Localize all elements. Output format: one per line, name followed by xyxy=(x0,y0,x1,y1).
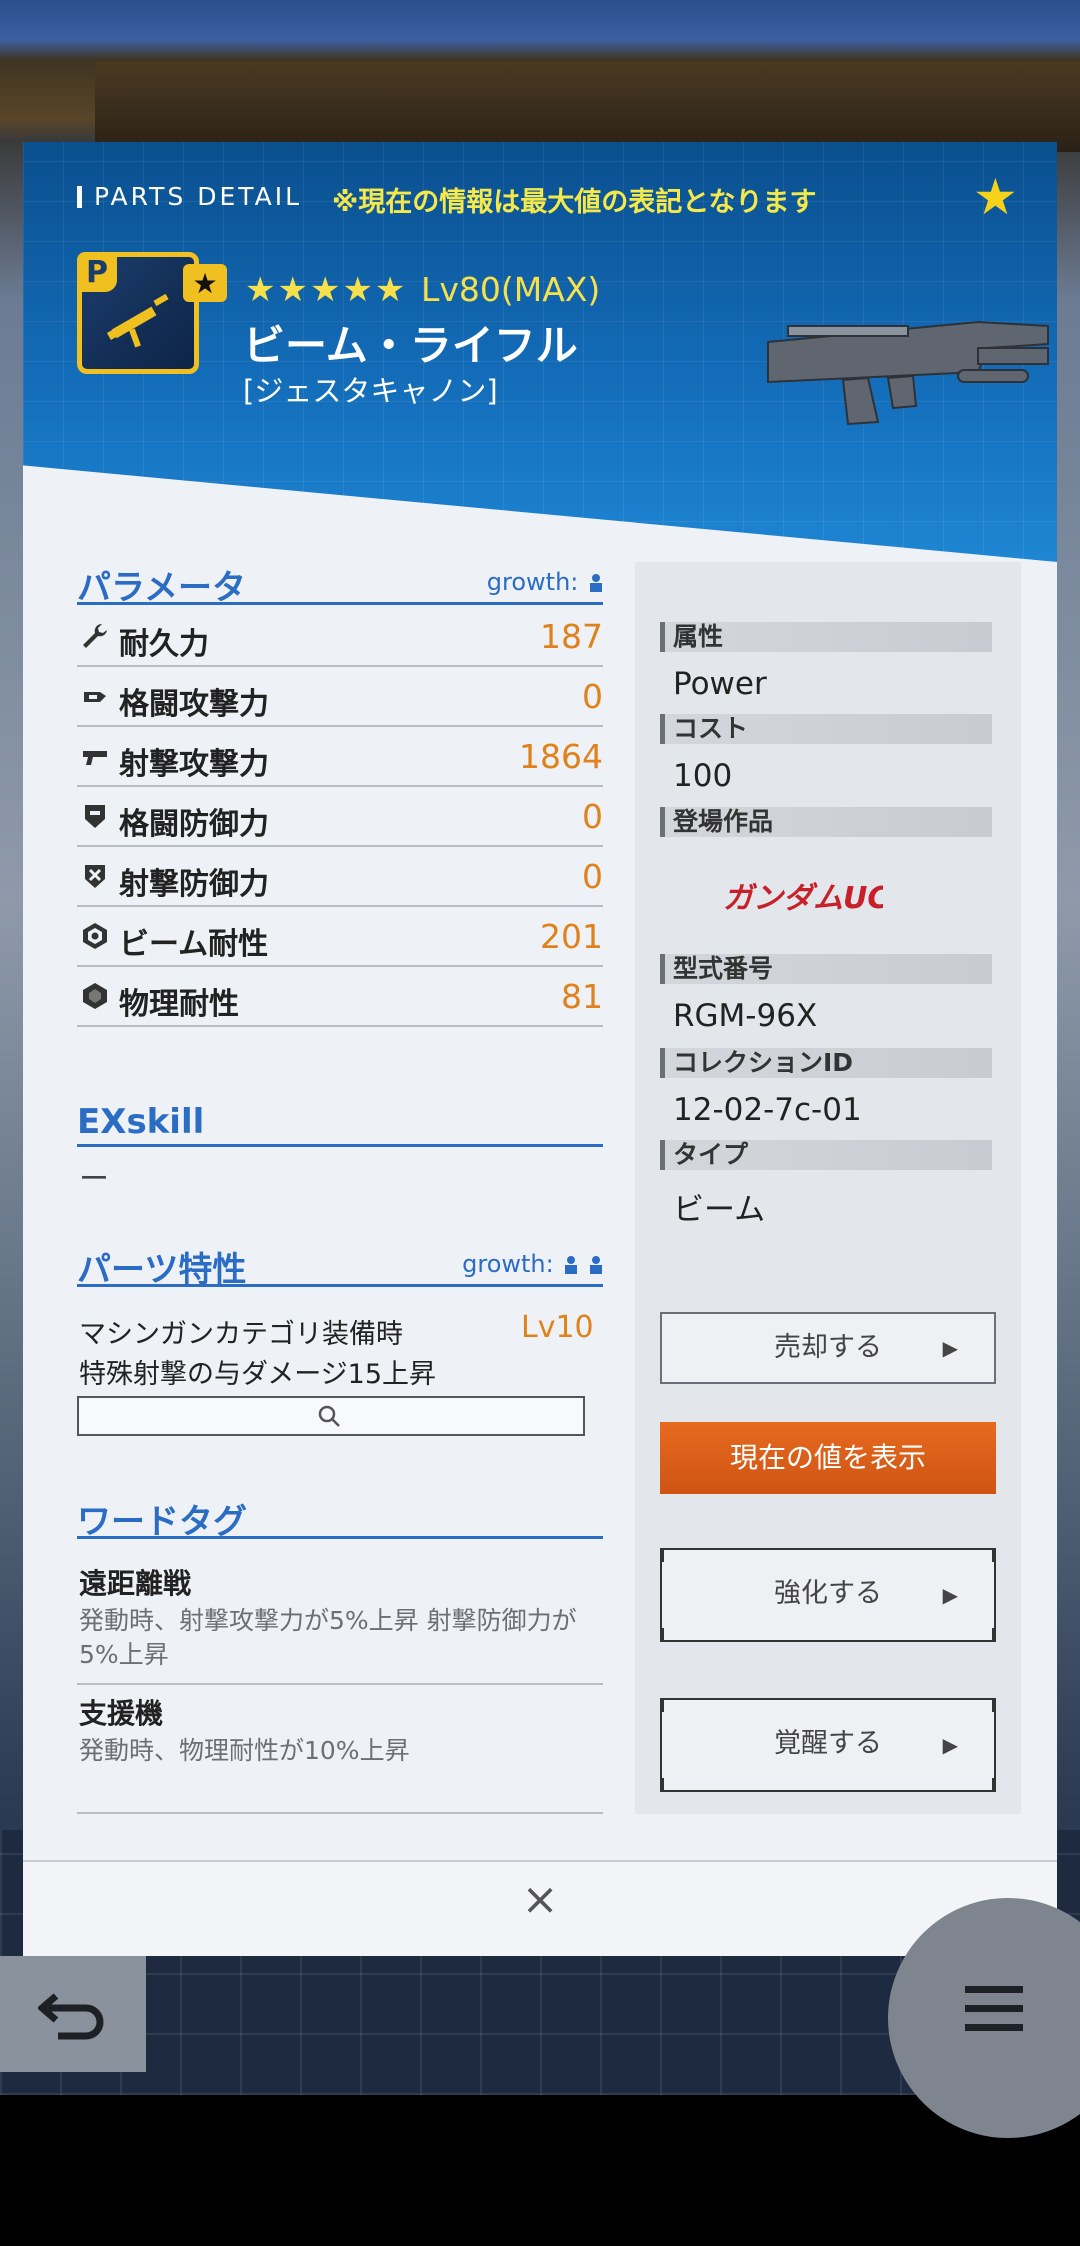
word-tag-name: 支援機 xyxy=(79,1697,164,1730)
word-tags-title: ワードタグ xyxy=(77,1502,247,1542)
parameters-growth: growth: xyxy=(487,568,603,596)
close-button[interactable]: × xyxy=(512,1872,568,1928)
exskill-header: EXskill xyxy=(77,1102,603,1147)
show-current-value-button[interactable]: 現在の値を表示 xyxy=(660,1422,996,1494)
back-arrow-icon xyxy=(38,1993,104,2040)
stat-label: ビーム耐性 xyxy=(119,927,269,962)
word-tag-desc: 発動時、射撃攻撃力が5%上昇 射撃防御力が5%上昇 xyxy=(79,1606,577,1669)
stat-row-durability: 耐久力 187 xyxy=(77,607,603,667)
part-type-badge: P xyxy=(77,252,117,292)
stat-row-shot-defense: 射撃防御力 0 xyxy=(77,847,603,907)
stat-row-beam-resist: ビーム耐性 201 xyxy=(77,907,603,967)
beam-resist-icon xyxy=(83,923,107,949)
series-label: 登場作品 xyxy=(660,807,992,837)
person-icon xyxy=(565,1256,578,1274)
background-shelf xyxy=(95,62,1080,152)
divider xyxy=(77,1683,603,1685)
stat-label: 耐久力 xyxy=(119,627,209,662)
stat-label: 射撃防御力 xyxy=(119,867,269,902)
part-icon: P xyxy=(77,252,199,374)
divider xyxy=(77,1812,603,1814)
cost-label: コスト xyxy=(660,714,992,744)
stat-value: 81 xyxy=(561,977,603,1016)
svg-text:ガンダムUC: ガンダムUC xyxy=(723,881,883,916)
type-label: タイプ xyxy=(660,1140,992,1170)
traits-growth: growth: xyxy=(462,1250,603,1278)
stat-row-melee-defense: 格闘防御力 0 xyxy=(77,787,603,847)
melee-attack-icon xyxy=(84,692,106,702)
awaken-button-label: 覚醒する xyxy=(774,1728,882,1759)
max-value-note: ※現在の情報は最大値の表記となります xyxy=(332,187,817,218)
stat-label: 射撃攻撃力 xyxy=(119,747,269,782)
traits-header: パーツ特性 growth: xyxy=(77,1242,603,1290)
stat-value: 187 xyxy=(540,617,603,656)
type-value: ビーム xyxy=(673,1192,766,1228)
word-tags-header: ワードタグ xyxy=(77,1494,603,1542)
wrench-icon xyxy=(83,624,107,648)
sell-button-label: 売却する xyxy=(774,1332,882,1363)
stat-value: 0 xyxy=(582,797,603,836)
enhance-button-label: 強化する xyxy=(774,1578,882,1609)
chevron-right-icon: ▶ xyxy=(942,1583,958,1607)
rarity-stars: ★★★★★ xyxy=(245,270,408,310)
parameters-title: パラメータ xyxy=(77,568,246,608)
trait-effect: 特殊射撃の与ダメージ15上昇 xyxy=(79,1359,437,1390)
melee-defense-icon xyxy=(85,805,105,828)
chevron-right-icon: ▶ xyxy=(942,1733,958,1757)
parts-detail-panel: PARTS DETAIL ※現在の情報は最大値の表記となります ★ P ★ ★★… xyxy=(23,142,1057,1954)
stat-label: 格闘防御力 xyxy=(119,807,269,842)
search-icon xyxy=(318,1405,340,1427)
trait-level: Lv10 xyxy=(521,1310,594,1345)
trait-search-button[interactable] xyxy=(77,1396,585,1436)
shot-defense-icon xyxy=(85,865,105,888)
exskill-value: ー xyxy=(79,1162,109,1197)
trait-condition: マシンガンカテゴリ装備時 xyxy=(79,1319,403,1350)
traits-title: パーツ特性 xyxy=(77,1250,247,1290)
word-tag-desc: 発動時、物理耐性が10%上昇 xyxy=(79,1736,410,1765)
person-icon xyxy=(590,1256,602,1274)
awaken-button[interactable]: 覚醒する ▶ xyxy=(660,1698,996,1792)
part-origin-name: [ジェスタキャノン] xyxy=(243,374,498,408)
hamburger-menu-icon xyxy=(965,1986,1023,2043)
physical-resist-icon xyxy=(83,983,107,1009)
chevron-right-icon: ▶ xyxy=(942,1336,958,1360)
enhance-button[interactable]: 強化する ▶ xyxy=(660,1548,996,1642)
part-level: Lv80(MAX) xyxy=(421,270,601,309)
growth-label: growth: xyxy=(486,568,579,596)
stat-label: 物理耐性 xyxy=(119,987,239,1022)
stat-value: 201 xyxy=(540,917,603,956)
show-current-value-label: 現在の値を表示 xyxy=(729,1441,926,1474)
stat-value: 1864 xyxy=(519,737,603,776)
cost-value: 100 xyxy=(673,758,733,794)
model-value: RGM-96X xyxy=(673,998,818,1034)
favorite-star-icon[interactable]: ★ xyxy=(973,172,1018,222)
stat-row-physical-resist: 物理耐性 81 xyxy=(77,967,603,1027)
stat-row-shot-attack: 射撃攻撃力 1864 xyxy=(77,727,603,787)
collection-id-label: コレクションID xyxy=(660,1048,992,1078)
series-logo: ガンダムUC xyxy=(723,881,883,916)
panel-title: PARTS DETAIL xyxy=(77,182,302,211)
stat-value: 0 xyxy=(582,857,603,896)
word-tag-name: 遠距離戦 xyxy=(79,1567,192,1600)
exskill-title: EXskill xyxy=(77,1102,205,1142)
parameters-header: パラメータ growth: xyxy=(77,560,603,608)
stat-row-melee-attack: 格闘攻撃力 0 xyxy=(77,667,603,727)
gun-icon xyxy=(83,751,107,765)
collection-id-value: 12-02-7c-01 xyxy=(673,1092,862,1128)
stat-label: 格闘攻撃力 xyxy=(119,687,269,722)
part-name: ビーム・ライフル xyxy=(243,321,578,370)
back-button[interactable] xyxy=(0,1956,146,2072)
attribute-label: 属性 xyxy=(660,622,992,652)
lock-star-icon: ★ xyxy=(183,264,227,302)
rifle-icon xyxy=(106,293,169,348)
weapon-image xyxy=(767,320,1049,426)
sell-button[interactable]: 売却する ▶ xyxy=(660,1312,996,1384)
model-label: 型式番号 xyxy=(660,954,992,984)
person-icon xyxy=(590,574,602,592)
attribute-value: Power xyxy=(673,666,767,702)
stat-value: 0 xyxy=(582,677,603,716)
growth-label: growth: xyxy=(462,1250,554,1278)
